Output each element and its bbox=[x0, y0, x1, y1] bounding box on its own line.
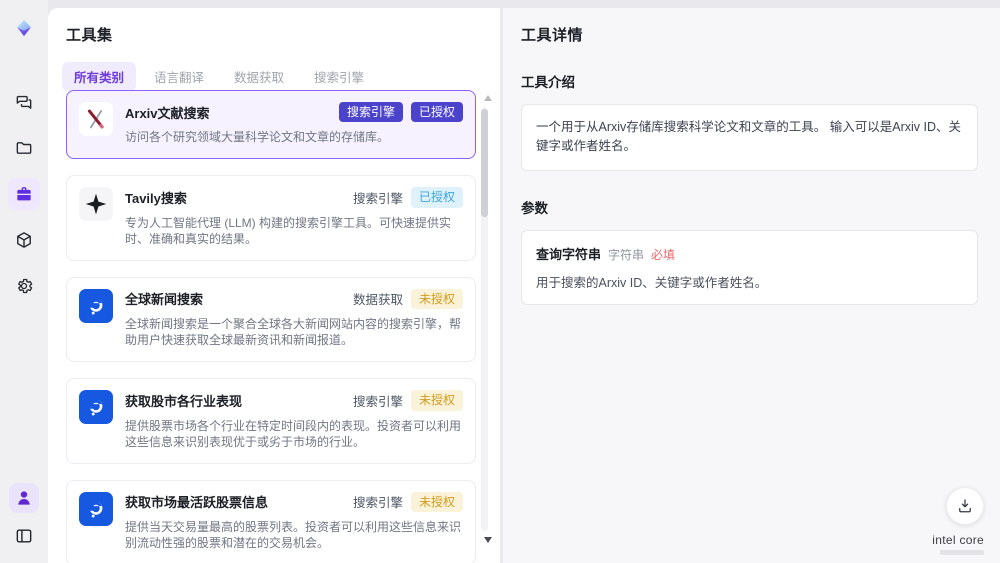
sparkle-logo-icon bbox=[79, 187, 113, 222]
category-tabs: 所有类别 语言翻译 数据获取 搜索引擎 bbox=[62, 62, 500, 91]
cube-icon bbox=[17, 232, 31, 248]
download-icon bbox=[959, 499, 971, 513]
folder-icon bbox=[16, 142, 32, 154]
intro-text: 一个用于从Arxiv存储库搜索科学论文和文章的工具。 输入可以是Arxiv ID… bbox=[521, 104, 978, 171]
category-label: 搜索引擎 bbox=[352, 496, 403, 511]
param-description: 用于搜索的Arxiv ID、关键字或作者姓名。 bbox=[536, 275, 768, 290]
app-logo-icon bbox=[17, 19, 31, 37]
left-rail bbox=[0, 0, 48, 563]
scrollbar-track[interactable] bbox=[481, 107, 488, 531]
app-logo[interactable] bbox=[6, 10, 42, 46]
intro-heading: 工具介绍 bbox=[521, 75, 575, 90]
tools-panel: 工具集 所有类别 语言翻译 数据获取 搜索引擎 Arxiv文献搜索 搜索引擎 已授权 访… bbox=[48, 8, 500, 563]
tool-description: 提供当天交易量最高的股票列表。投资者可以利用这些信息来识别流动性强的股票和潜在的… bbox=[125, 519, 462, 550]
category-label: 搜索引擎 bbox=[352, 192, 403, 207]
intel-logo-subtext bbox=[940, 550, 984, 555]
tool-list: Arxiv文献搜索 搜索引擎 已授权 访问各个研究领域大量科学论文和文章的存储库。… bbox=[66, 90, 476, 563]
sidebar-item-files[interactable] bbox=[8, 132, 40, 164]
chat-icon bbox=[16, 95, 32, 109]
scroll-up-arrow-icon[interactable] bbox=[484, 95, 492, 101]
tab-2[interactable]: 数据获取 bbox=[222, 62, 296, 91]
gear-icon bbox=[18, 278, 33, 294]
tool-card-3[interactable]: 获取股市各行业表现 搜索引擎 未授权 提供股票市场各个行业在特定时间段内的表现。投… bbox=[66, 378, 476, 464]
sidebar-item-collapse[interactable] bbox=[9, 521, 39, 551]
sidebar-item-models[interactable] bbox=[8, 224, 40, 256]
sidebar-item-settings[interactable] bbox=[8, 270, 40, 302]
tab-1[interactable]: 语言翻译 bbox=[142, 62, 216, 91]
tool-description: 访问各个研究领域大量科学论文和文章的存储库。 bbox=[125, 130, 390, 145]
user-icon bbox=[18, 491, 30, 505]
tool-name: Arxiv文献搜索 bbox=[125, 105, 210, 121]
blue-e-logo-icon bbox=[79, 390, 113, 425]
page-title: 工具集 bbox=[66, 27, 113, 44]
category-badge: 搜索引擎 bbox=[338, 102, 403, 123]
auth-status-badge: 已授权 bbox=[410, 102, 463, 123]
auth-status-badge: 未授权 bbox=[410, 491, 463, 512]
sidebar-item-tools[interactable] bbox=[8, 178, 40, 210]
tab-3[interactable]: 搜索引擎 bbox=[302, 62, 376, 91]
tool-description: 全球新闻搜索是一个聚合全球各大新闻网站内容的搜索引擎，帮助用户快速获取全球最新资… bbox=[125, 317, 462, 348]
sidebar-item-account[interactable] bbox=[9, 483, 39, 513]
param-required-badge: 必填 bbox=[651, 247, 676, 262]
tool-name: 获取市场最活跃股票信息 bbox=[125, 495, 269, 511]
tool-card-1[interactable]: Tavily搜索 搜索引擎 已授权 专为人工智能代理 (LLM) 构建的搜索引擎工… bbox=[66, 175, 476, 261]
tool-name: 获取股市各行业表现 bbox=[125, 393, 243, 409]
tool-description: 提供股票市场各个行业在特定时间段内的表现。投资者可以利用这些信息来识别表现优于或… bbox=[125, 418, 462, 449]
rail-nav bbox=[8, 86, 40, 302]
category-label: 数据获取 bbox=[352, 293, 403, 308]
auth-status-badge: 未授权 bbox=[410, 288, 463, 310]
tool-name: 全球新闻搜索 bbox=[125, 292, 204, 308]
tool-card-2[interactable]: 全球新闻搜索 数据获取 未授权 全球新闻搜索是一个聚合全球各大新闻网站内容的搜索引… bbox=[66, 276, 476, 363]
detail-title: 工具详情 bbox=[521, 27, 584, 44]
tool-name: Tavily搜索 bbox=[125, 191, 187, 207]
scrollbar-thumb[interactable] bbox=[481, 109, 488, 217]
toolbox-icon bbox=[17, 187, 31, 201]
param-head: 查询字符串 字符串 必填 bbox=[536, 244, 963, 263]
tool-detail-panel: 工具详情 工具介绍 一个用于从Arxiv存储库搜索科学论文和文章的工具。 输入可… bbox=[503, 8, 1000, 563]
blue-e-logo-icon bbox=[79, 491, 113, 526]
params-heading: 参数 bbox=[521, 200, 548, 216]
blue-e-logo-icon bbox=[79, 288, 113, 323]
category-label: 搜索引擎 bbox=[352, 394, 403, 409]
panel-toggle-icon bbox=[16, 529, 32, 543]
tool-description: 专为人工智能代理 (LLM) 构建的搜索引擎工具。可快速提供实时、准确和真实的结… bbox=[125, 215, 452, 246]
download-button[interactable] bbox=[946, 487, 984, 525]
param-type: 字符串 bbox=[608, 247, 645, 262]
auth-status-badge: 未授权 bbox=[410, 390, 463, 411]
param-card: 查询字符串 字符串 必填 用于搜索的Arxiv ID、关键字或作者姓名。 bbox=[521, 229, 978, 305]
sidebar-item-chat[interactable] bbox=[8, 86, 40, 118]
scroll-down-arrow-icon[interactable] bbox=[484, 537, 492, 543]
rail-bottom bbox=[9, 483, 39, 551]
intel-core-logo: intel core bbox=[932, 532, 984, 547]
auth-status-badge: 已授权 bbox=[410, 187, 463, 208]
param-name: 查询字符串 bbox=[536, 246, 602, 262]
tool-card-0[interactable]: Arxiv文献搜索 搜索引擎 已授权 访问各个研究领域大量科学论文和文章的存储库。 bbox=[66, 90, 476, 160]
tab-0[interactable]: 所有类别 bbox=[62, 62, 137, 91]
tool-card-4[interactable]: 获取市场最活跃股票信息 搜索引擎 未授权 提供当天交易量最高的股票列表。投资者可以… bbox=[66, 479, 476, 563]
arxiv-logo-icon bbox=[79, 102, 113, 136]
